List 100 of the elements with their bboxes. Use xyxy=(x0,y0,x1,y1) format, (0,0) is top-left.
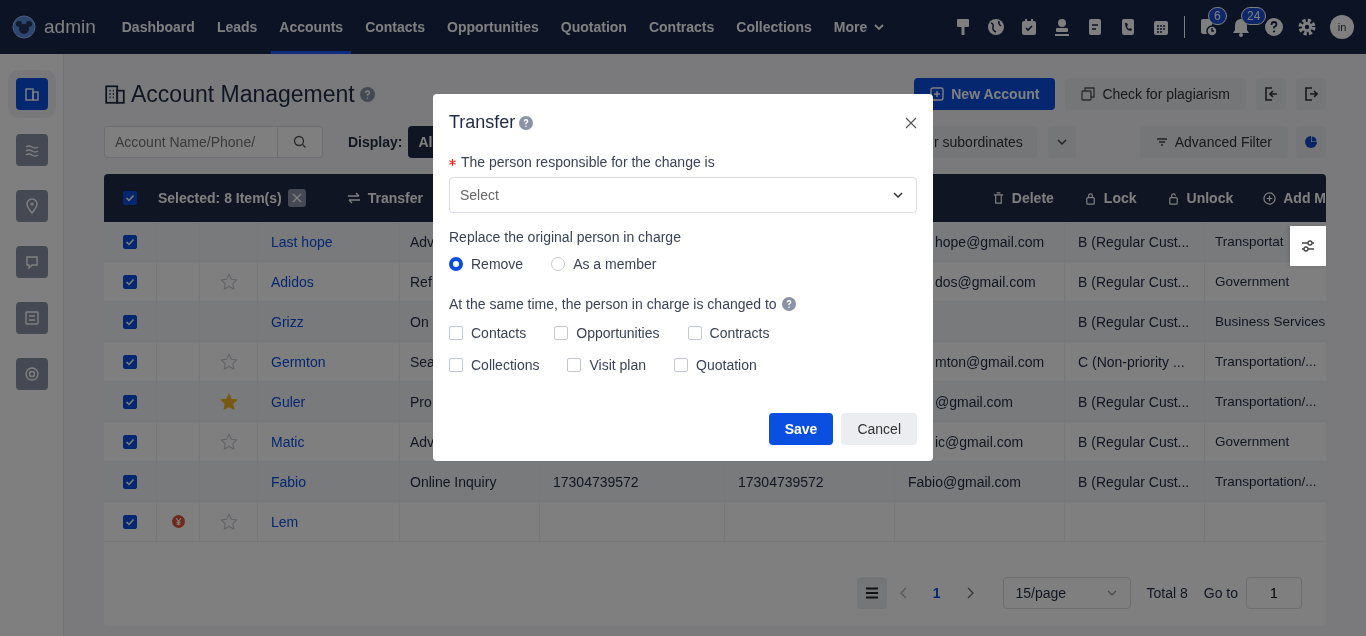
nav-tab[interactable]: Contacts xyxy=(357,0,434,54)
checkbox[interactable] xyxy=(687,326,702,340)
radio-option[interactable]: Remove xyxy=(449,256,524,272)
table-cell: Transportation/... xyxy=(1215,354,1317,369)
row-checkbox[interactable] xyxy=(123,234,137,249)
previous-page-icon[interactable] xyxy=(898,587,909,599)
help-icon[interactable] xyxy=(519,115,534,130)
export-button[interactable] xyxy=(1296,78,1326,110)
checkbox[interactable] xyxy=(554,326,569,340)
sidebar-item[interactable] xyxy=(15,134,48,166)
count-badge: 24 xyxy=(1241,7,1267,25)
account-name-link[interactable]: Last hope xyxy=(271,233,333,250)
account-name-link[interactable]: Fabio xyxy=(271,473,307,490)
import-button[interactable] xyxy=(1256,78,1286,110)
nav-tab[interactable]: Quotation xyxy=(552,0,635,54)
display-option[interactable]: r subordinates xyxy=(932,126,1037,158)
delete-button[interactable]: Delete xyxy=(991,190,1054,206)
selection-count: Selected: 8 Item(s) xyxy=(158,190,282,206)
stamp-icon[interactable] xyxy=(1052,17,1072,37)
account-name-link[interactable]: Lem xyxy=(271,513,299,530)
table-cell: Online Inquiry xyxy=(410,473,497,490)
advanced-filter-button[interactable]: Advanced Filter xyxy=(1139,126,1288,158)
row-checkbox[interactable] xyxy=(123,474,137,489)
user-avatar[interactable]: in xyxy=(1330,15,1354,39)
checkbox[interactable] xyxy=(449,326,463,340)
row-checkbox[interactable] xyxy=(123,314,137,329)
account-name-link[interactable]: Adidos xyxy=(271,273,314,290)
star-icon[interactable] xyxy=(219,272,238,291)
swap-arrows-icon xyxy=(346,192,361,204)
transfer-button[interactable]: Transfer xyxy=(346,190,423,206)
dropdown-button[interactable] xyxy=(1047,126,1076,158)
close-icon[interactable] xyxy=(905,116,917,129)
row-checkbox[interactable] xyxy=(123,514,137,529)
check-icon xyxy=(125,316,135,327)
sidebar-item[interactable] xyxy=(15,190,48,222)
checkbox[interactable] xyxy=(674,358,689,372)
page-number[interactable]: 1 xyxy=(932,585,941,601)
radio-button[interactable] xyxy=(449,257,463,271)
sidebar-item[interactable] xyxy=(15,302,48,334)
plagiarism-check-button[interactable]: Check for plagiarism xyxy=(1065,78,1246,110)
row-checkbox[interactable] xyxy=(123,394,137,409)
account-name-link[interactable]: Germton xyxy=(271,353,326,370)
person-select[interactable]: Select xyxy=(449,177,917,213)
save-button[interactable]: Save xyxy=(768,413,834,445)
sidebar-item[interactable] xyxy=(15,246,48,278)
cancel-button[interactable]: Cancel xyxy=(841,413,917,445)
sidebar-item[interactable] xyxy=(15,358,48,390)
list-view-button[interactable] xyxy=(856,577,887,609)
star-icon[interactable] xyxy=(219,392,238,411)
table-cell: B (Regular Cust... xyxy=(1078,473,1190,490)
settings-icon[interactable] xyxy=(1297,17,1317,37)
nav-tab[interactable]: Contracts xyxy=(640,0,723,54)
account-name-link[interactable]: Matic xyxy=(271,433,305,450)
unlock-button[interactable]: Unlock xyxy=(1166,190,1234,206)
lock-button[interactable]: Lock xyxy=(1083,190,1137,206)
checkbox-label[interactable]: Contacts xyxy=(471,325,527,341)
help-icon[interactable] xyxy=(781,297,796,311)
nav-tab[interactable]: Opportunities xyxy=(439,0,547,54)
row-checkbox[interactable] xyxy=(123,354,137,369)
radio-option[interactable]: As a member xyxy=(551,256,657,272)
account-name-link[interactable]: Grizz xyxy=(271,313,304,330)
star-icon[interactable] xyxy=(219,352,238,371)
cal-check-icon[interactable] xyxy=(1019,17,1039,37)
page-size-select[interactable]: 15/page xyxy=(1002,577,1131,609)
check-icon xyxy=(125,356,135,367)
brand-name: admin xyxy=(44,16,96,38)
nav-tab[interactable]: Dashboard xyxy=(113,0,203,54)
select-all-checkbox[interactable] xyxy=(123,191,137,205)
clear-selection-button[interactable] xyxy=(287,189,306,207)
star-icon[interactable] xyxy=(219,432,238,451)
add-member-button[interactable]: Add M xyxy=(1263,190,1326,206)
list-icon xyxy=(864,587,879,599)
checkbox-label[interactable]: Contracts xyxy=(709,325,770,341)
checkbox-label[interactable]: Quotation xyxy=(696,357,757,373)
checkbox-label[interactable]: Visit plan xyxy=(589,357,647,373)
row-checkbox[interactable] xyxy=(123,434,137,449)
column-settings-button[interactable] xyxy=(1290,226,1326,266)
globe-icon[interactable] xyxy=(986,17,1006,37)
dialog-title: Transfer xyxy=(449,112,516,133)
checkbox[interactable] xyxy=(567,358,582,372)
field-label: The person responsible for the change is xyxy=(461,154,715,170)
checkbox[interactable] xyxy=(449,358,463,372)
help-icon[interactable] xyxy=(1264,17,1284,37)
row-checkbox[interactable] xyxy=(123,274,137,289)
account-name-link[interactable]: Guler xyxy=(271,393,306,410)
nav-tab[interactable]: Accounts xyxy=(271,0,352,54)
goto-page-field[interactable]: 1 xyxy=(1246,577,1302,609)
waves-icon xyxy=(23,142,40,158)
more-menu[interactable]: More xyxy=(825,0,894,54)
new-account-button[interactable]: New Account xyxy=(914,78,1056,110)
search-field[interactable]: Account Name/Phone/ xyxy=(104,126,278,158)
star-icon[interactable] xyxy=(219,512,238,531)
nav-tab[interactable]: Leads xyxy=(208,0,266,54)
checkbox-label[interactable]: Collections xyxy=(471,357,540,373)
checkbox-label[interactable]: Opportunities xyxy=(576,325,660,341)
help-icon[interactable] xyxy=(359,86,375,102)
chart-button[interactable] xyxy=(1296,126,1326,158)
nav-tab[interactable]: Collections xyxy=(728,0,820,54)
chevron-down-icon xyxy=(892,189,904,201)
search-button[interactable] xyxy=(278,126,323,158)
